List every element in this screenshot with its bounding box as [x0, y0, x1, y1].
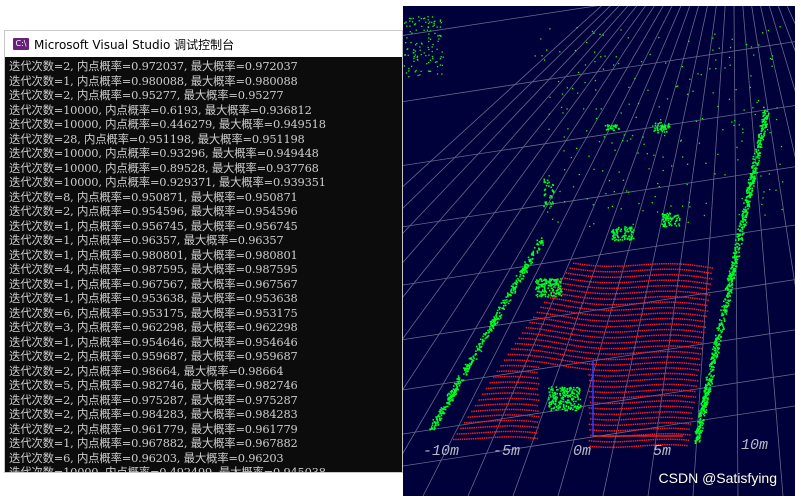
console-line: 迭代次数=2, 内点概率=0.954596, 最大概率=0.954596 [9, 204, 298, 218]
point-cloud-canvas[interactable] [403, 6, 795, 496]
console-line: 迭代次数=1, 内点概率=0.980801, 最大概率=0.980801 [9, 247, 298, 262]
console-line: 迭代次数=28, 内点概率=0.951198, 最大概率=0.951198 [9, 131, 305, 146]
axis-label-10: 10m [741, 437, 769, 454]
axis-label-5: 5m [653, 443, 672, 460]
console-line: 迭代次数=5, 内点概率=0.982746, 最大概率=0.982746 [9, 378, 298, 392]
console-line: 迭代次数=4, 内点概率=0.987595, 最大概率=0.987595 [9, 262, 298, 276]
console-line: 迭代次数=6, 内点概率=0.96203, 最大概率=0.96203 [9, 450, 284, 465]
console-window: C:\ Microsoft Visual Studio 调试控制台 迭代次数=2… [4, 30, 403, 473]
console-line: 迭代次数=2, 内点概率=0.972037, 最大概率=0.972037 [9, 59, 298, 73]
console-titlebar: C:\ Microsoft Visual Studio 调试控制台 [5, 31, 402, 57]
console-line: 迭代次数=10000, 内点概率=0.492499, 最大概率=0.945038 [9, 465, 326, 473]
axis-label-neg10: -10m [423, 443, 460, 460]
console-output: 迭代次数=2, 内点概率=0.972037, 最大概率=0.972037 迭代次数… [9, 59, 402, 473]
console-line: 迭代次数=10000, 内点概率=0.6193, 最大概率=0.936812 [9, 102, 312, 117]
console-line: 迭代次数=10000, 内点概率=0.446279, 最大概率=0.949518 [9, 117, 326, 131]
console-line: 迭代次数=3, 内点概率=0.962298, 最大概率=0.962298 [9, 320, 298, 334]
point-cloud-viewer[interactable]: -10m -5m 0m 5m 10m CSDN @Satisfying [403, 6, 795, 496]
console-line: 迭代次数=2, 内点概率=0.98664, 最大概率=0.98664 [9, 363, 284, 378]
console-line: 迭代次数=1, 内点概率=0.954646, 最大概率=0.954646 [9, 334, 298, 349]
axis-label-0: 0m [573, 443, 592, 460]
vs-console-icon: C:\ [13, 38, 29, 50]
console-line: 迭代次数=2, 内点概率=0.975287, 最大概率=0.975287 [9, 392, 298, 407]
console-line: 迭代次数=1, 内点概率=0.953638, 最大概率=0.953638 [9, 291, 298, 305]
console-line: 迭代次数=1, 内点概率=0.96357, 最大概率=0.96357 [9, 233, 284, 247]
console-line: 迭代次数=10000, 内点概率=0.929371, 最大概率=0.939351 [9, 175, 326, 189]
console-line: 迭代次数=2, 内点概率=0.984283, 最大概率=0.984283 [9, 407, 298, 421]
console-line: 迭代次数=2, 内点概率=0.961779, 最大概率=0.961779 [9, 421, 298, 436]
console-line: 迭代次数=1, 内点概率=0.967882, 最大概率=0.967882 [9, 436, 298, 450]
console-line: 迭代次数=10000, 内点概率=0.89528, 最大概率=0.937768 [9, 160, 319, 175]
console-title: Microsoft Visual Studio 调试控制台 [34, 37, 235, 52]
ground-grid [403, 6, 795, 496]
csdn-watermark: CSDN @Satisfying [658, 470, 777, 486]
console-line: 迭代次数=2, 内点概率=0.959687, 最大概率=0.959687 [9, 349, 298, 363]
console-line: 迭代次数=6, 内点概率=0.953175, 最大概率=0.953175 [9, 305, 298, 320]
console-line: 迭代次数=10000, 内点概率=0.93296, 最大概率=0.949448 [9, 146, 319, 160]
console-line: 迭代次数=1, 内点概率=0.967567, 最大概率=0.967567 [9, 276, 298, 291]
console-line: 迭代次数=1, 内点概率=0.956745, 最大概率=0.956745 [9, 218, 298, 233]
console-line: 迭代次数=8, 内点概率=0.950871, 最大概率=0.950871 [9, 189, 298, 204]
axis-label-neg5: -5m [493, 443, 521, 460]
console-line: 迭代次数=1, 内点概率=0.980088, 最大概率=0.980088 [9, 73, 298, 88]
console-line: 迭代次数=2, 内点概率=0.95277, 最大概率=0.95277 [9, 88, 284, 102]
